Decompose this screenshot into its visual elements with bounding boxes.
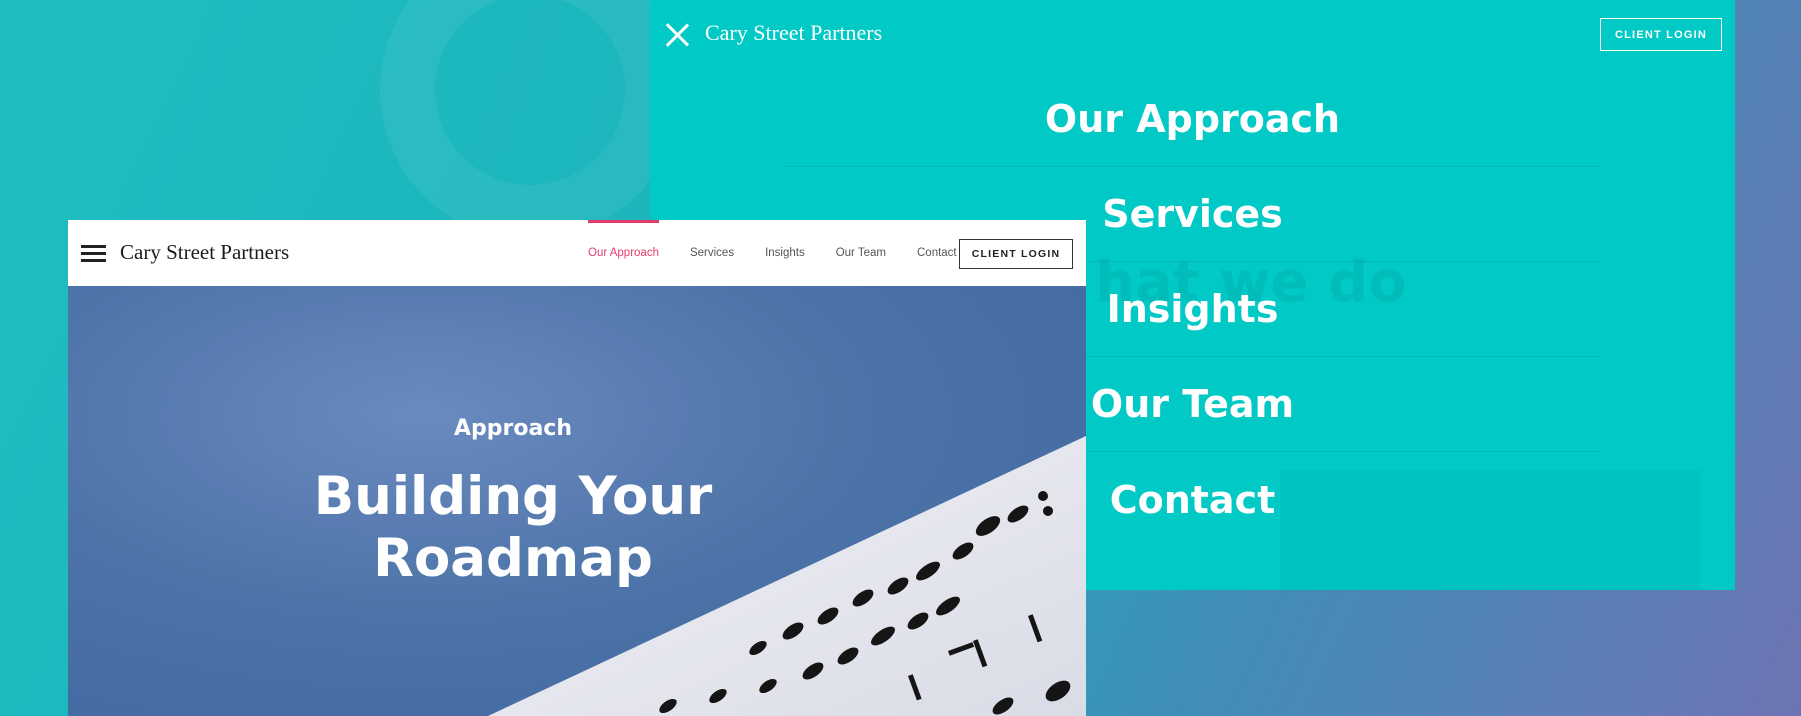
hero-title-line-1: Building Your [313,466,713,527]
hero-title: Building Your Roadmap [308,466,718,590]
nav-link-our-team[interactable]: Our Team [836,220,886,286]
menu-client-login-button[interactable]: CLIENT LOGIN [1600,18,1722,51]
menu-header: Cary Street Partners CLIENT LOGIN [650,0,1735,72]
hero-eyebrow: Approach [453,416,573,441]
hero-section: Approach Building Your Roadmap [68,286,1086,716]
nav-link-services[interactable]: Services [690,220,734,286]
hamburger-icon[interactable] [81,245,106,262]
nav-link-insights[interactable]: Insights [765,220,805,286]
desktop-site-window: Cary Street Partners Our Approach Servic… [68,220,1086,716]
nav-link-contact[interactable]: Contact [917,220,957,286]
menu-brand-logo[interactable]: Cary Street Partners [705,20,882,46]
site-client-login-button[interactable]: CLIENT LOGIN [959,239,1073,269]
nav-link-our-approach[interactable]: Our Approach [588,220,659,286]
site-brand-logo[interactable]: Cary Street Partners [120,240,289,265]
site-header: Cary Street Partners Our Approach Servic… [68,220,1086,286]
menu-item-our-approach[interactable]: Our Approach [785,72,1600,167]
main-nav: Our Approach Services Insights Our Team … [588,220,988,286]
background-decoration [380,0,680,240]
close-icon[interactable] [664,22,690,48]
hero-title-line-2: Roadmap [373,528,653,589]
